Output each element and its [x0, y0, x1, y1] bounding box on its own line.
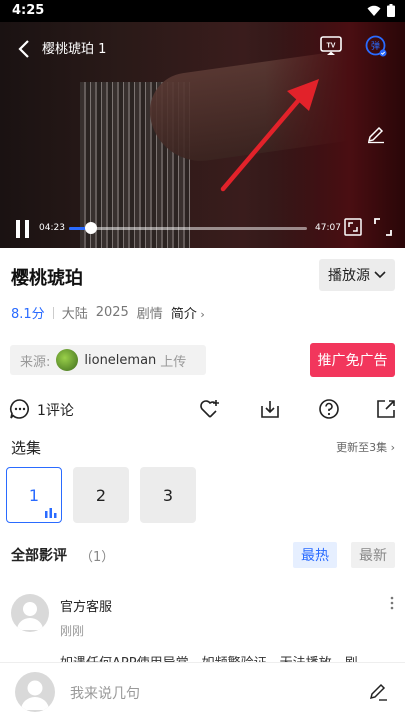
- pause-icon[interactable]: [14, 218, 32, 240]
- action-row: 1评论: [0, 395, 405, 423]
- tv-cast-icon[interactable]: TV: [320, 36, 342, 56]
- uploader-avatar: [56, 349, 79, 371]
- comment-icon[interactable]: [9, 398, 31, 420]
- screen-mode-icon[interactable]: [344, 218, 362, 236]
- status-bar: 4:25: [0, 0, 405, 22]
- episode-number: 3: [162, 485, 174, 505]
- svg-text:TV: TV: [327, 43, 336, 50]
- comment-input[interactable]: 我来说几句: [70, 683, 140, 703]
- episode-button[interactable]: 2: [73, 467, 129, 523]
- help-icon[interactable]: [318, 398, 340, 420]
- uploader-suffix: 上传: [160, 354, 187, 370]
- my-avatar: [15, 672, 55, 712]
- reviews-header: 全部影评: [11, 548, 67, 564]
- episode-number: 1: [28, 485, 40, 505]
- drama-title: 樱桃琥珀: [11, 268, 83, 289]
- user-placeholder-icon: [21, 680, 49, 710]
- fullscreen-icon[interactable]: [374, 218, 392, 236]
- uploader-label: 来源:: [20, 354, 51, 370]
- chevron-right-icon: ›: [196, 308, 205, 321]
- source-button-label: 播放源: [328, 268, 370, 284]
- favorite-add-icon[interactable]: [199, 398, 221, 420]
- status-time: 4:25: [12, 3, 45, 18]
- score: 8.1分: [11, 307, 45, 322]
- sort-hot-button[interactable]: 最热: [293, 542, 337, 568]
- episode-button[interactable]: 1: [6, 467, 62, 523]
- annotation-arrow: [220, 79, 319, 192]
- user-placeholder-icon: [17, 602, 43, 630]
- uploader-chip[interactable]: 来源: lioneleman 上传: [10, 345, 206, 375]
- danmu-edit-icon[interactable]: [366, 124, 386, 144]
- playing-bars-icon: [45, 508, 57, 518]
- region: 大陆: [61, 307, 88, 322]
- danmu-toggle-icon[interactable]: 弹: [365, 35, 387, 57]
- episode-button[interactable]: 3: [140, 467, 196, 523]
- episodes-update-link[interactable]: 更新至3集 ›: [336, 439, 395, 455]
- download-icon[interactable]: [259, 398, 281, 420]
- remove-ads-button[interactable]: 推广免广告: [310, 343, 395, 377]
- progress-track[interactable]: [69, 222, 307, 234]
- battery-icon: [387, 4, 395, 17]
- source-button[interactable]: 播放源: [319, 259, 395, 291]
- reviews-count: （1）: [80, 550, 115, 565]
- commenter-name: 官方客服: [60, 600, 113, 615]
- episodes-header: 选集: [11, 439, 42, 457]
- current-time: 04:23: [39, 223, 65, 233]
- comment-input-bar: 我来说几句: [0, 662, 405, 720]
- share-icon[interactable]: [375, 398, 397, 420]
- player-top-bar: 樱桃琥珀 1 TV 弹: [0, 22, 405, 72]
- player-title: 樱桃琥珀 1: [42, 42, 107, 57]
- wifi-icon: [367, 5, 381, 16]
- intro-link[interactable]: 简介 ›: [171, 303, 205, 322]
- comment-count[interactable]: 1评论: [37, 400, 74, 420]
- year: 2025: [95, 305, 129, 320]
- video-player[interactable]: 樱桃琥珀 1 TV 弹 04:23 47:07: [0, 22, 405, 248]
- genre: 剧情: [136, 307, 163, 322]
- sort-new-button[interactable]: 最新: [351, 542, 395, 568]
- back-icon[interactable]: [14, 38, 36, 60]
- svg-text:弹: 弹: [371, 40, 380, 52]
- comment-time: 刚刚: [60, 624, 85, 638]
- episodes-update-label: 更新至3集: [336, 441, 388, 454]
- chevron-right-icon: ›: [387, 441, 395, 454]
- intro-label: 简介: [170, 307, 197, 322]
- progress-thumb[interactable]: [85, 222, 98, 234]
- status-icons: [367, 4, 395, 17]
- episode-number: 2: [95, 485, 107, 505]
- pen-icon[interactable]: [368, 681, 388, 701]
- commenter-avatar[interactable]: [11, 594, 49, 632]
- total-time: 47:07: [315, 223, 341, 233]
- drama-meta: 8.1分 大陆 2025 剧情 简介 ›: [11, 303, 205, 322]
- uploader-name: lioneleman: [84, 352, 157, 368]
- chevron-down-icon: [374, 271, 386, 279]
- more-options-icon[interactable]: [389, 596, 395, 610]
- divider: [52, 306, 54, 319]
- player-controls: 04:23 47:07: [0, 212, 405, 248]
